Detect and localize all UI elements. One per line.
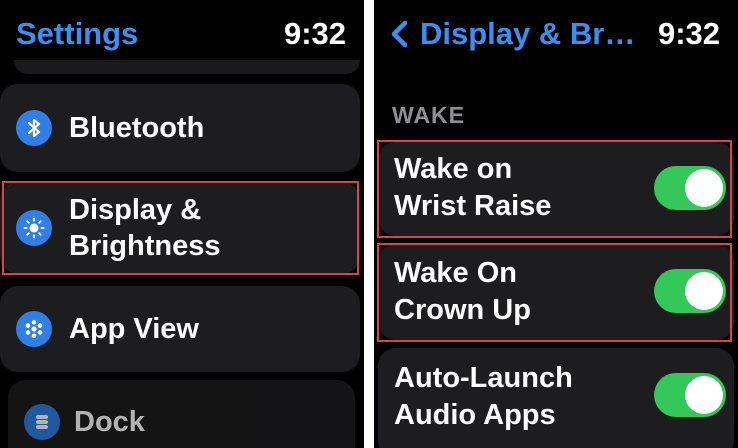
- back-button[interactable]: Display & Br…: [386, 14, 635, 54]
- settings-row-bluetooth[interactable]: Bluetooth: [0, 84, 360, 172]
- settings-row-label: Dock: [74, 406, 145, 438]
- header: Display & Br… 9:32: [374, 14, 738, 54]
- toggle-knob: [685, 272, 723, 310]
- settings-row-label: App View: [69, 313, 199, 345]
- app-grid-icon: [16, 311, 52, 347]
- bluetooth-icon: [16, 110, 52, 146]
- crown-up-toggle[interactable]: [654, 269, 726, 313]
- dock-icon: [24, 404, 60, 440]
- toggle-label: Wake On Crown Up: [394, 257, 531, 326]
- status-time: 9:32: [657, 16, 720, 51]
- toggle-label: Wake on Wrist Raise: [394, 153, 552, 222]
- toggle-row-crown-up: Wake On Crown Up: [378, 244, 734, 340]
- toggle-knob: [685, 169, 723, 207]
- toggle-label: Auto-Launch Audio Apps: [394, 362, 573, 431]
- chevron-left-icon: [391, 20, 408, 48]
- toggle-knob: [685, 376, 723, 414]
- display-brightness-screen: Display & Br… 9:32 WAKE Wake on Wrist Ra…: [374, 0, 738, 448]
- settings-row-label: Display & Brightness: [69, 194, 221, 262]
- settings-row-dock[interactable]: Dock: [8, 380, 355, 448]
- sun-icon: [16, 210, 52, 246]
- settings-row-display-brightness[interactable]: Display & Brightness: [0, 182, 360, 274]
- previous-row-stub: [14, 60, 360, 74]
- toggle-row-wrist-raise: Wake on Wrist Raise: [378, 142, 734, 236]
- wrist-raise-toggle[interactable]: [654, 166, 726, 210]
- header: Settings 9:32: [0, 14, 364, 54]
- back-title: Display & Br…: [420, 16, 636, 51]
- settings-screen: Settings 9:32 Bluetooth Display & Bright…: [0, 0, 364, 448]
- settings-row-app-view[interactable]: App View: [0, 286, 360, 372]
- settings-row-label: Bluetooth: [69, 112, 205, 144]
- section-header: WAKE: [392, 102, 465, 128]
- status-time: 9:32: [283, 16, 346, 51]
- page-title: Settings: [16, 16, 139, 51]
- toggle-row-auto-launch: Auto-Launch Audio Apps: [378, 348, 734, 448]
- auto-launch-toggle[interactable]: [654, 373, 726, 417]
